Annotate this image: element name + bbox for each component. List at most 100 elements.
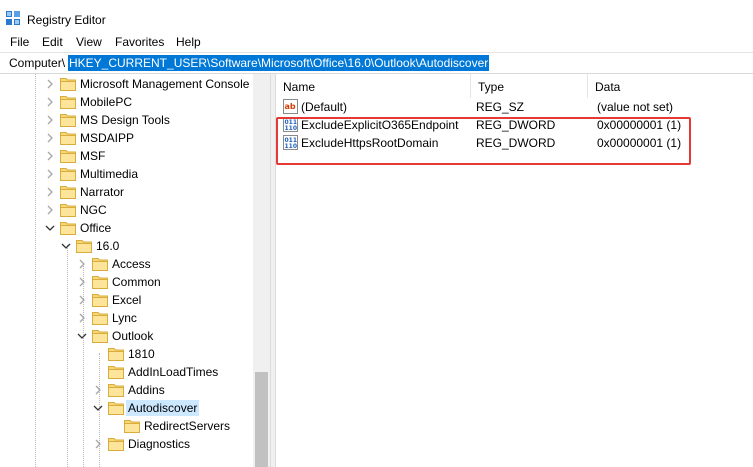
tree-item-label: Office bbox=[80, 221, 112, 235]
tree-item-label: Autodiscover bbox=[126, 400, 200, 416]
chevron-right-icon[interactable] bbox=[44, 204, 56, 216]
folder-icon bbox=[92, 276, 108, 289]
tree-item-label: Access bbox=[112, 257, 151, 271]
value-type: REG_SZ bbox=[476, 100, 525, 114]
tree-item[interactable]: MobilePC bbox=[0, 93, 260, 111]
folder-icon bbox=[60, 132, 76, 145]
tree-item[interactable]: Office bbox=[0, 219, 260, 237]
folder-icon bbox=[108, 402, 124, 415]
folder-icon bbox=[92, 258, 108, 271]
menu-edit[interactable]: Edit bbox=[42, 35, 63, 49]
folder-icon bbox=[60, 96, 76, 109]
column-header-data[interactable]: Data bbox=[588, 74, 753, 98]
tree-item-label: Diagnostics bbox=[128, 437, 191, 451]
folder-icon bbox=[108, 384, 124, 397]
tree-item-label: MSDAIPP bbox=[80, 131, 135, 145]
chevron-right-icon[interactable] bbox=[76, 258, 88, 270]
chevron-down-icon[interactable] bbox=[44, 222, 56, 234]
folder-icon bbox=[60, 222, 76, 235]
svg-text:ab: ab bbox=[285, 102, 296, 111]
folder-icon bbox=[76, 240, 92, 253]
menu-favorites[interactable]: Favorites bbox=[115, 35, 164, 49]
folder-icon bbox=[60, 150, 76, 163]
tree-item-label: Multimedia bbox=[80, 167, 139, 181]
folder-icon bbox=[92, 330, 108, 343]
tree-scrollbar-thumb[interactable] bbox=[255, 372, 268, 467]
chevron-right-icon[interactable] bbox=[76, 294, 88, 306]
chevron-right-icon[interactable] bbox=[44, 168, 56, 180]
chevron-right-icon[interactable] bbox=[44, 132, 56, 144]
tree-item[interactable]: MSDAIPP bbox=[0, 129, 260, 147]
chevron-right-icon[interactable] bbox=[44, 96, 56, 108]
chevron-right-icon[interactable] bbox=[92, 384, 104, 396]
address-path[interactable]: HKEY_CURRENT_USER\Software\Microsoft\Off… bbox=[68, 55, 490, 71]
tree-item[interactable]: Access bbox=[0, 255, 260, 273]
chevron-right-icon[interactable] bbox=[44, 114, 56, 126]
annotation-highlight-box bbox=[276, 117, 691, 165]
key-tree[interactable]: Microsoft Management Console MobilePC MS D… bbox=[0, 74, 270, 467]
tree-item[interactable]: Multimedia bbox=[0, 165, 260, 183]
chevron-right-icon[interactable] bbox=[76, 312, 88, 324]
chevron-right-icon[interactable] bbox=[44, 78, 56, 90]
folder-icon bbox=[92, 294, 108, 307]
tree-item-label: RedirectServers bbox=[144, 419, 231, 433]
tree-item-label: MSF bbox=[80, 149, 106, 163]
menu-help[interactable]: Help bbox=[176, 35, 201, 49]
menu-file[interactable]: File bbox=[10, 35, 29, 49]
folder-icon bbox=[60, 204, 76, 217]
tree-item[interactable]: MS Design Tools bbox=[0, 111, 260, 129]
chevron-right-icon[interactable] bbox=[44, 150, 56, 162]
column-header-type[interactable]: Type bbox=[471, 74, 588, 98]
chevron-down-icon[interactable] bbox=[60, 240, 72, 252]
tree-item[interactable]: Excel bbox=[0, 291, 260, 309]
folder-icon bbox=[92, 312, 108, 325]
folder-icon bbox=[108, 348, 124, 361]
folder-icon bbox=[60, 186, 76, 199]
tree-item-label: Outlook bbox=[112, 329, 154, 343]
tree-item-label: Excel bbox=[112, 293, 142, 307]
tree-item[interactable]: 16.0 bbox=[0, 237, 260, 255]
tree-item-label: MS Design Tools bbox=[80, 113, 170, 127]
tree-item[interactable]: Common bbox=[0, 273, 260, 291]
tree-item-label: AddInLoadTimes bbox=[128, 365, 219, 379]
column-header-name[interactable]: Name bbox=[276, 74, 471, 98]
registry-editor-icon bbox=[6, 11, 20, 25]
tree-scrollbar[interactable] bbox=[253, 74, 270, 467]
chevron-right-icon[interactable] bbox=[76, 276, 88, 288]
tree-item[interactable]: Addins bbox=[0, 381, 260, 399]
folder-icon bbox=[108, 438, 124, 451]
tree-item[interactable]: AddInLoadTimes bbox=[0, 363, 260, 381]
value-name: (Default) bbox=[301, 100, 348, 114]
menu-view[interactable]: View bbox=[76, 35, 102, 49]
tree-item-label: 1810 bbox=[128, 347, 155, 361]
tree-item[interactable]: Microsoft Management Console bbox=[0, 75, 260, 93]
tree-item[interactable]: MSF bbox=[0, 147, 260, 165]
tree-item[interactable]: Lync bbox=[0, 309, 260, 327]
window-title: Registry Editor bbox=[27, 13, 106, 27]
chevron-right-icon[interactable] bbox=[92, 438, 104, 450]
folder-icon bbox=[60, 168, 76, 181]
tree-item[interactable]: NGC bbox=[0, 201, 260, 219]
address-prefix: Computer\ bbox=[9, 56, 66, 70]
address-bar[interactable]: Computer\ HKEY_CURRENT_USER\Software\Mic… bbox=[0, 52, 753, 74]
tree-item-label: Narrator bbox=[80, 185, 125, 199]
tree-item-label: Common bbox=[112, 275, 161, 289]
tree-item[interactable]: Narrator bbox=[0, 183, 260, 201]
chevron-down-icon[interactable] bbox=[92, 402, 104, 414]
value-row[interactable]: ab (Default) REG_SZ (value not set) bbox=[276, 98, 753, 116]
string-value-icon: ab bbox=[283, 99, 298, 114]
tree-item[interactable]: 1810 bbox=[0, 345, 260, 363]
tree-item[interactable]: Diagnostics bbox=[0, 435, 260, 453]
folder-icon bbox=[60, 114, 76, 127]
value-data: (value not set) bbox=[597, 100, 674, 114]
folder-icon bbox=[108, 366, 124, 379]
folder-icon bbox=[124, 420, 140, 433]
tree-item[interactable]: Outlook bbox=[0, 327, 260, 345]
tree-item[interactable]: RedirectServers bbox=[0, 417, 260, 435]
tree-item-label: 16.0 bbox=[96, 239, 120, 253]
tree-item[interactable]: Autodiscover bbox=[0, 399, 260, 417]
chevron-down-icon[interactable] bbox=[76, 330, 88, 342]
tree-item-label: MobilePC bbox=[80, 95, 133, 109]
chevron-right-icon[interactable] bbox=[44, 186, 56, 198]
title-bar: Registry Editor bbox=[0, 0, 753, 32]
